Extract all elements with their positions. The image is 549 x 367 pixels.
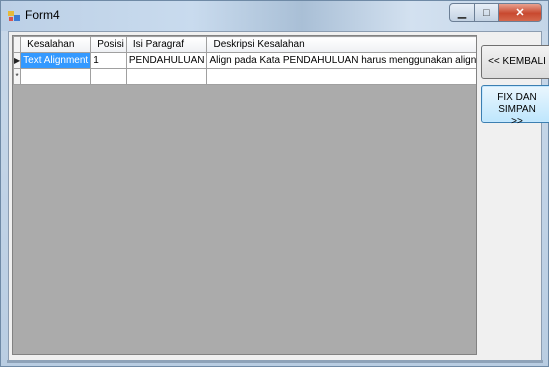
cell-posisi[interactable]: 1 xyxy=(90,52,127,69)
window-controls: ▁ □ ✕ xyxy=(449,3,542,22)
new-row[interactable]: * xyxy=(13,68,476,85)
kembali-button[interactable]: << KEMBALI xyxy=(481,45,549,79)
cell-kesalahan[interactable]: Text Alignment xyxy=(20,52,92,69)
client-area: Kesalahan Posisi Isi Paragraf Deskripsi … xyxy=(8,31,549,362)
maximize-icon[interactable]: □ xyxy=(474,3,499,22)
title-bar[interactable]: Form4 ▁ □ ✕ xyxy=(1,1,548,31)
fix-button-label-line1: FIX DAN SIMPAN xyxy=(497,92,537,115)
cell-deskripsi[interactable]: Align pada Kata PENDAHULUAN harus menggu… xyxy=(206,52,476,69)
header-row: Kesalahan Posisi Isi Paragraf Deskripsi … xyxy=(13,36,476,53)
column-header-deskripsi[interactable]: Deskripsi Kesalahan xyxy=(206,36,476,53)
column-header-posisi[interactable]: Posisi xyxy=(90,36,127,53)
grid-table: Kesalahan Posisi Isi Paragraf Deskripsi … xyxy=(13,36,476,85)
close-icon[interactable]: ✕ xyxy=(498,3,542,22)
form4-window: Form4 ▁ □ ✕ Kesalahan Posisi Isi Paragra… xyxy=(0,0,549,367)
new-cell-deskripsi[interactable] xyxy=(206,68,476,85)
window-title: Form4 xyxy=(25,8,60,22)
column-header-kesalahan[interactable]: Kesalahan xyxy=(20,36,92,53)
fix-button-label-line2: >> xyxy=(511,116,523,127)
new-cell-posisi[interactable] xyxy=(90,68,127,85)
grid-corner[interactable] xyxy=(13,36,22,53)
new-row-marker-icon[interactable]: * xyxy=(13,68,22,85)
new-cell-isi-paragraf[interactable] xyxy=(125,68,208,85)
row-selector-icon[interactable]: ▶ xyxy=(13,52,22,69)
data-grid[interactable]: Kesalahan Posisi Isi Paragraf Deskripsi … xyxy=(12,35,477,355)
fix-dan-simpan-button[interactable]: FIX DAN SIMPAN >> xyxy=(481,85,549,127)
minimize-icon[interactable]: ▁ xyxy=(449,3,475,22)
window-bottom-border xyxy=(7,360,543,363)
new-cell-kesalahan[interactable] xyxy=(20,68,92,85)
table-row[interactable]: ▶ Text Alignment 1 PENDAHULUAN Align pad… xyxy=(13,52,476,69)
app-icon xyxy=(8,11,20,21)
cell-isi-paragraf[interactable]: PENDAHULUAN xyxy=(125,52,208,69)
column-header-isi-paragraf[interactable]: Isi Paragraf xyxy=(125,36,208,53)
